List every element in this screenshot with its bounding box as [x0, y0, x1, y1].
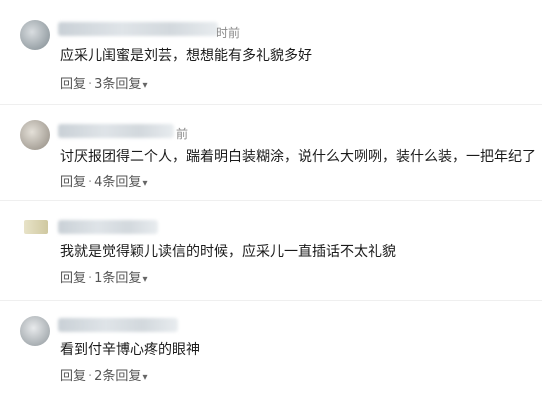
chevron-down-icon: ▾: [142, 274, 148, 285]
separator: ·: [88, 175, 93, 190]
separator: ·: [88, 369, 93, 384]
comment-time-prefix: 时: [216, 26, 229, 40]
reply-button[interactable]: 回复: [60, 77, 86, 92]
chevron-down-icon: ▾: [142, 178, 148, 189]
comment-item: 前 讨厌报团得二个人，踹着明白装糊涂，说什么大咧咧，装什么装，一把年纪了 回复 ·…: [0, 104, 542, 204]
comment-time: 前: [176, 127, 189, 141]
username-blurred[interactable]: [58, 124, 174, 138]
comment-text: 看到付辛博心疼的眼神: [60, 342, 200, 358]
comment-actions: 回复 · 2条回复▾: [60, 365, 147, 384]
comment-actions: 回复 · 4条回复▾: [60, 171, 147, 190]
reply-button[interactable]: 回复: [60, 369, 86, 384]
view-replies-button[interactable]: 2条回复▾: [94, 369, 147, 384]
view-replies-button[interactable]: 3条回复▾: [94, 77, 147, 92]
view-replies-button[interactable]: 1条回复▾: [94, 271, 147, 286]
avatar[interactable]: [20, 20, 50, 50]
reply-button[interactable]: 回复: [60, 271, 86, 286]
comment-time: 时前: [216, 26, 241, 40]
username-blurred[interactable]: [58, 220, 158, 234]
chevron-down-icon: ▾: [142, 80, 148, 91]
comment-item: 时前 应采儿闺蜜是刘芸，想想能有多礼貌多好 回复 · 3条回复▾: [0, 0, 542, 100]
comment-actions: 回复 · 3条回复▾: [60, 73, 147, 92]
avatar[interactable]: [24, 220, 48, 234]
username-blurred[interactable]: [58, 318, 178, 332]
comment-item: 看到付辛博心疼的眼神 回复 · 2条回复▾: [0, 300, 542, 400]
view-replies-button[interactable]: 4条回复▾: [94, 175, 147, 190]
reply-button[interactable]: 回复: [60, 175, 86, 190]
avatar[interactable]: [20, 316, 50, 346]
comment-text: 应采儿闺蜜是刘芸，想想能有多礼貌多好: [60, 48, 312, 64]
separator: ·: [88, 77, 93, 92]
username-blurred[interactable]: [58, 22, 218, 36]
comment-text: 我就是觉得颖儿读信的时候，应采儿一直插话不太礼貌: [60, 244, 396, 260]
comment-actions: 回复 · 1条回复▾: [60, 267, 147, 286]
avatar[interactable]: [20, 120, 50, 150]
separator: ·: [88, 271, 93, 286]
comment-item: 我就是觉得颖儿读信的时候，应采儿一直插话不太礼貌 回复 · 1条回复▾: [0, 200, 542, 300]
chevron-down-icon: ▾: [142, 372, 148, 383]
comment-text: 讨厌报团得二个人，踹着明白装糊涂，说什么大咧咧，装什么装，一把年纪了: [60, 149, 536, 165]
